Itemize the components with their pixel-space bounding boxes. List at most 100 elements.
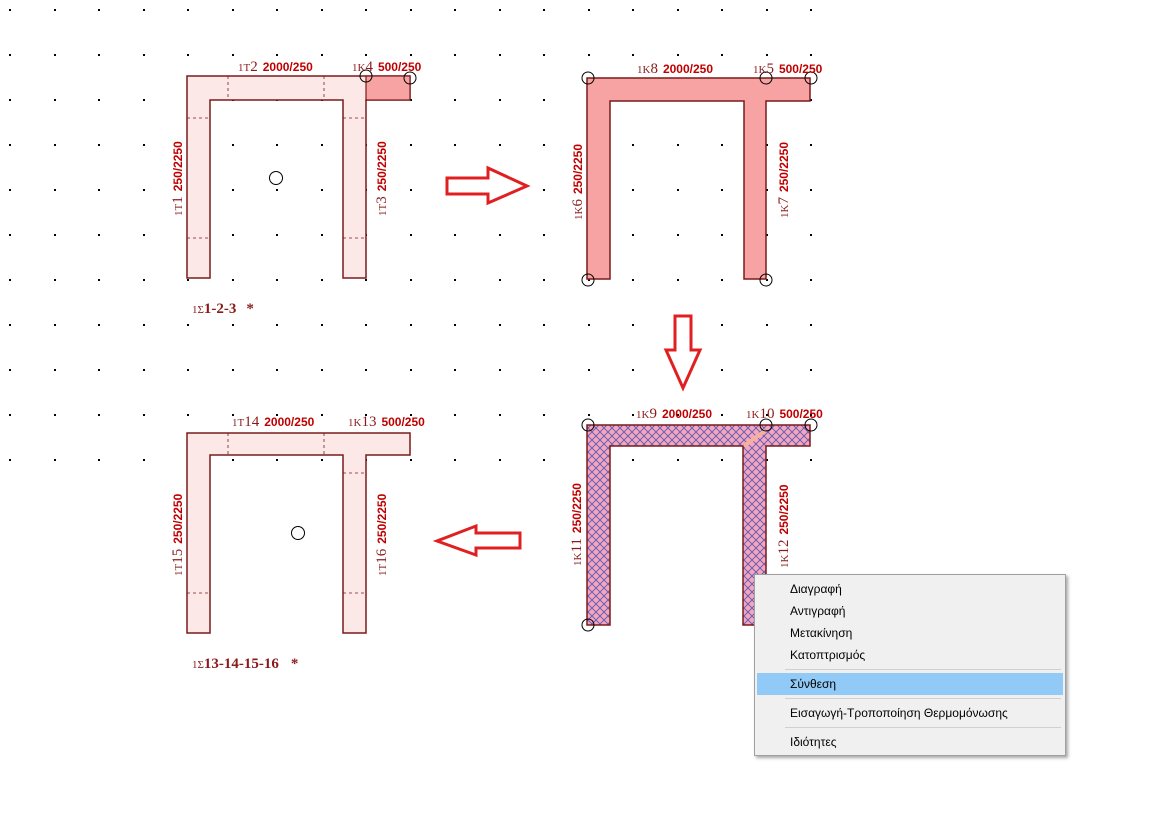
grid-dot (143, 324, 145, 326)
grid-dot (588, 414, 590, 416)
grid-dot (543, 279, 545, 281)
wall-tag-top-right[interactable]: 1Κ10 500/250 (746, 406, 823, 422)
menu-item-mirror[interactable]: Κατοπτρισμός (757, 644, 1063, 666)
grid-dot (543, 369, 545, 371)
grid-dot (276, 279, 278, 281)
grid-dot (54, 324, 56, 326)
grid-dot (232, 324, 234, 326)
wall-segment-1k4[interactable] (365, 75, 411, 101)
wall-tag-top[interactable]: 1Κ8 2000/250 (637, 61, 713, 77)
grid-dot (454, 414, 456, 416)
grid-dot (499, 324, 501, 326)
group-label[interactable]: 1Σ13-14-15-16 * (192, 656, 298, 672)
grid-dot (632, 54, 634, 56)
grid-dot (499, 369, 501, 371)
grid-dot (810, 324, 812, 326)
shape-top-left[interactable]: 1Τ2 2000/250 1Κ4 500/250 1Τ1250/2250 1Τ325… (170, 59, 422, 317)
grid-dot (232, 369, 234, 371)
grid-dot (276, 54, 278, 56)
grid-dot (677, 459, 679, 461)
grid-dot (321, 9, 323, 11)
grid-dot (677, 189, 679, 191)
grid-dot (276, 9, 278, 11)
grid-dot (543, 54, 545, 56)
wall-tag-right[interactable]: 1Τ3250/2250 (374, 141, 390, 216)
grid-dot (143, 144, 145, 146)
wall-tag-left[interactable]: 1Τ15250/2250 (170, 493, 186, 576)
grid-dot (321, 189, 323, 191)
wall-tag-right[interactable]: 1Τ16250/2250 (374, 493, 390, 576)
grid-dot (454, 9, 456, 11)
centroid-marker (291, 526, 305, 540)
grid-dot (410, 189, 412, 191)
grid-dot (321, 234, 323, 236)
grid-dot (454, 324, 456, 326)
grid-dot (321, 279, 323, 281)
context-menu[interactable]: Διαγραφή Αντιγραφή Μετακίνηση Κατοπτρισμ… (754, 574, 1066, 756)
grid-dot (187, 414, 189, 416)
grid-dot (54, 99, 56, 101)
grid-dot (98, 189, 100, 191)
grid-dot (143, 369, 145, 371)
grid-dot (54, 189, 56, 191)
grid-dot (187, 369, 189, 371)
grid-dot (9, 234, 11, 236)
grid-dot (9, 324, 11, 326)
grid-dot (9, 99, 11, 101)
menu-item-move[interactable]: Μετακίνηση (757, 622, 1063, 644)
grid-dot (454, 234, 456, 236)
grid-dot (232, 9, 234, 11)
wall-tag-right[interactable]: 1Κ7250/2250 (776, 142, 792, 218)
grid-dot (499, 99, 501, 101)
wall-tag-left[interactable]: 1Τ1250/2250 (170, 141, 186, 216)
wall-tag-top[interactable]: 1Τ2 2000/250 (238, 59, 313, 75)
shape-bottom-left[interactable]: 1Τ14 2000/250 1Κ13 500/250 1Τ15250/2250 1Τ… (170, 414, 425, 672)
grid-dot (499, 9, 501, 11)
grid-dot (365, 324, 367, 326)
menu-separator (785, 698, 1061, 699)
wall-tag-left[interactable]: 1Κ6250/2250 (570, 144, 586, 220)
wall-tag-top-right[interactable]: 1Κ4 500/250 (352, 59, 422, 75)
grid-dot (677, 9, 679, 11)
shape-top-right[interactable]: 1Κ8 2000/250 1Κ5 500/250 1Κ6250/2250 1Κ725… (570, 61, 823, 287)
grid-dot (276, 324, 278, 326)
grid-dot (499, 234, 501, 236)
grid-dot (588, 324, 590, 326)
grid-dot (98, 54, 100, 56)
grid-dot (9, 189, 11, 191)
grid-dot (543, 414, 545, 416)
grid-dot (143, 99, 145, 101)
menu-item-properties[interactable]: Ιδιότητες (757, 731, 1063, 753)
menu-item-copy[interactable]: Αντιγραφή (757, 600, 1063, 622)
grid-dot (410, 9, 412, 11)
grid-dot (276, 369, 278, 371)
grid-dot (321, 369, 323, 371)
wall-tag-top[interactable]: 1Κ9 2000/250 (636, 406, 712, 422)
grid-dot (810, 459, 812, 461)
grid-dot (499, 144, 501, 146)
grid-dot (410, 324, 412, 326)
grid-dot (721, 459, 723, 461)
group-label[interactable]: 1Σ1-2-3 * (192, 301, 254, 317)
grid-dot (54, 414, 56, 416)
wall-tag-top-right[interactable]: 1Κ5 500/250 (753, 61, 823, 77)
grid-dot (810, 9, 812, 11)
grid-dot (721, 279, 723, 281)
grid-dot (499, 54, 501, 56)
grid-dot (232, 279, 234, 281)
wall-tag-right[interactable]: 1Κ12250/2250 (776, 484, 792, 568)
grid-dot (543, 324, 545, 326)
grid-dot (632, 414, 634, 416)
wall-tag-left[interactable]: 1Κ11250/2250 (569, 483, 585, 566)
wall-tag-top[interactable]: 1Τ14 2000/250 (232, 414, 315, 430)
grid-dot (187, 279, 189, 281)
menu-item-insulation[interactable]: Εισαγωγή-Τροποποίηση Θερμομόνωσης (757, 702, 1063, 724)
grid-dot (98, 459, 100, 461)
menu-item-delete[interactable]: Διαγραφή (757, 578, 1063, 600)
grid-dot (232, 54, 234, 56)
menu-item-compose[interactable]: Σύνθεση (757, 673, 1063, 695)
grid-dot (321, 459, 323, 461)
wall-tag-top-right[interactable]: 1Κ13 500/250 (348, 414, 425, 430)
grid-dot (454, 459, 456, 461)
grid-dot (810, 234, 812, 236)
